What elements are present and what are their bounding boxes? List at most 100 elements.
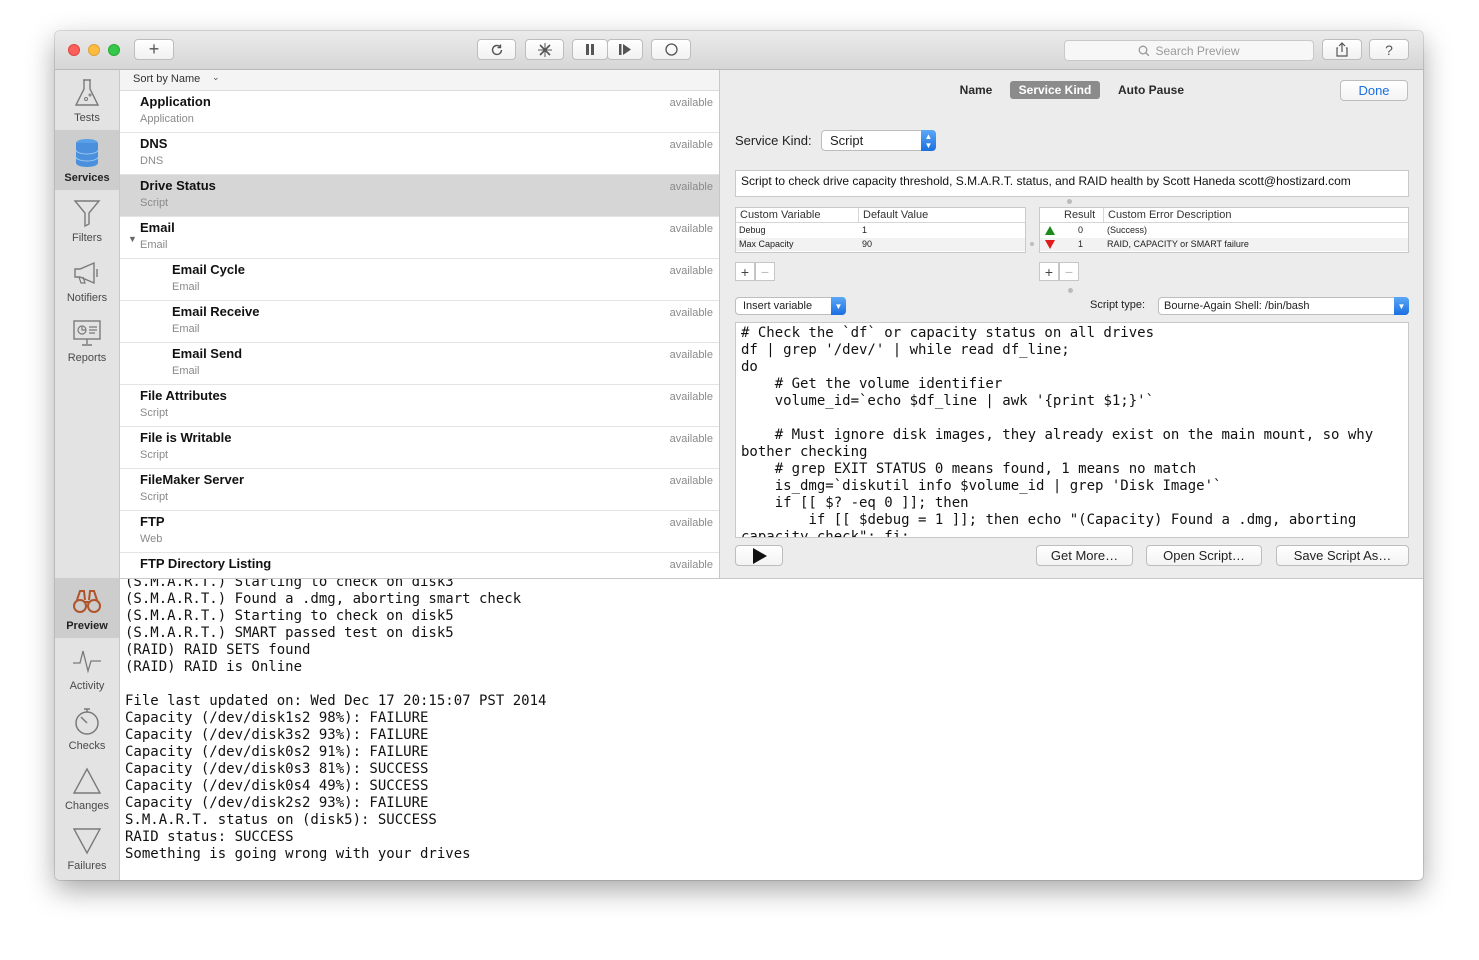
sidebar-item-changes[interactable]: Changes [55, 758, 119, 818]
variable-name[interactable]: Max Capacity [739, 238, 794, 251]
sidebar-item-filters[interactable]: Filters [55, 190, 119, 250]
question-icon: ? [1385, 41, 1393, 58]
item-status: available [669, 139, 713, 151]
close-window-button[interactable] [68, 44, 80, 56]
sidebar-item-activity[interactable]: Activity [55, 638, 119, 698]
list-item[interactable]: File Attributes Script available [120, 385, 719, 427]
remove-error-button[interactable]: − [1059, 262, 1079, 281]
description-text: Script to check drive capacity threshold… [741, 174, 1351, 188]
list-item[interactable]: FTP Directory Listing available [120, 553, 719, 578]
split-handle-icon[interactable] [1068, 288, 1073, 293]
zoom-window-button[interactable] [108, 44, 120, 56]
column-header[interactable]: Custom Error Description [1104, 208, 1408, 223]
sidebar-item-label: Tests [74, 112, 100, 124]
add-error-button[interactable]: + [1039, 262, 1059, 281]
share-button[interactable] [1322, 39, 1362, 60]
list-item[interactable]: Email Send Email available [120, 343, 719, 385]
refresh-button[interactable] [477, 39, 516, 60]
list-item[interactable]: Email Receive Email available [120, 301, 719, 343]
item-name: Application [140, 94, 211, 109]
list-item[interactable]: File is Writable Script available [120, 427, 719, 469]
service-kind-select[interactable]: Script ▲ ▼ [821, 130, 936, 151]
pause-button[interactable] [572, 39, 608, 60]
preview-console[interactable]: (S.M.A.R.T.) Starting to check on disk3 … [120, 578, 1423, 880]
column-header[interactable]: Custom Variable [736, 208, 859, 223]
sort-bar[interactable]: Sort by Name ⌄ [120, 70, 719, 91]
record-button[interactable] [651, 39, 691, 60]
error-description[interactable]: (Success) [1107, 224, 1147, 237]
search-field[interactable]: Search Preview [1064, 40, 1314, 61]
variable-value[interactable]: 1 [862, 224, 867, 237]
disclosure-triangle-icon[interactable]: ▼ [128, 234, 137, 244]
service-kind-label: Service Kind: [735, 133, 812, 148]
item-kind: DNS [140, 155, 164, 167]
sidebar-item-label: Activity [69, 680, 105, 692]
list-item-selected[interactable]: Drive Status Script available [120, 175, 719, 217]
item-status: available [669, 307, 713, 319]
remove-variable-button[interactable]: − [755, 262, 775, 281]
add-variable-button[interactable]: + [735, 262, 755, 281]
sidebar-item-checks[interactable]: Checks [55, 698, 119, 758]
service-kind-value: Script [830, 133, 864, 148]
list-item[interactable]: Application Application available [120, 91, 719, 133]
item-name: File is Writable [140, 430, 232, 445]
error-result[interactable]: 1 [1078, 238, 1083, 251]
split-handle-icon[interactable] [1067, 199, 1072, 204]
failure-triangle-icon [1045, 240, 1055, 249]
list-item[interactable]: Email Cycle Email available [120, 259, 719, 301]
list-item[interactable]: FileMaker Server Script available [120, 469, 719, 511]
error-result[interactable]: 0 [1078, 224, 1083, 237]
tab-name[interactable]: Name [954, 81, 998, 99]
database-icon [75, 139, 99, 167]
list-item[interactable]: DNS DNS available [120, 133, 719, 175]
step-forward-icon [618, 44, 631, 55]
open-script-button[interactable]: Open Script… [1146, 545, 1262, 566]
item-name: FTP Directory Listing [140, 556, 272, 571]
delta-triangle-icon [72, 767, 102, 794]
sidebar-item-notifiers[interactable]: Notifiers [55, 250, 119, 310]
tab-service-kind[interactable]: Service Kind [1010, 81, 1100, 99]
list-item[interactable]: ▼ Email Email available [120, 217, 719, 259]
item-status: available [669, 223, 713, 235]
script-text: # Check the `df` or capacity status on a… [741, 325, 1374, 538]
disable-button[interactable] [525, 39, 564, 60]
sidebar-item-preview[interactable]: Preview [55, 578, 119, 638]
sidebar-item-failures[interactable]: Failures [55, 818, 119, 878]
sidebar-item-services[interactable]: Services [55, 130, 119, 190]
resume-button[interactable] [607, 39, 643, 60]
help-button[interactable]: ? [1369, 39, 1409, 60]
script-editor[interactable]: # Check the `df` or capacity status on a… [735, 322, 1409, 538]
column-header[interactable]: Result [1040, 208, 1104, 223]
insert-variable-select[interactable]: Insert variable ▼ [735, 297, 846, 315]
minimize-window-button[interactable] [88, 44, 100, 56]
add-button[interactable]: + [134, 39, 174, 60]
description-field[interactable]: Script to check drive capacity threshold… [735, 170, 1409, 197]
split-handle-icon[interactable] [1030, 242, 1034, 246]
error-description[interactable]: RAID, CAPACITY or SMART failure [1107, 238, 1249, 251]
variable-value[interactable]: 90 [862, 238, 872, 251]
chevron-down-icon: ▼ [831, 297, 846, 315]
sidebar-item-label: Changes [64, 800, 110, 812]
variable-name[interactable]: Debug [739, 224, 766, 237]
binoculars-icon [73, 590, 101, 613]
list-item[interactable]: FTP Web available [120, 511, 719, 553]
sidebar-item-reports[interactable]: Reports [55, 310, 119, 370]
column-header[interactable]: Default Value [859, 208, 1025, 223]
script-type-select[interactable]: Bourne-Again Shell: /bin/bash ▼ [1158, 297, 1409, 315]
toolbar: + Search Preview ? [55, 31, 1423, 70]
insert-variable-label: Insert variable [743, 300, 813, 312]
script-type-value: Bourne-Again Shell: /bin/bash [1164, 300, 1310, 312]
sidebar-item-label: Failures [67, 860, 107, 872]
done-button[interactable]: Done [1340, 80, 1408, 101]
get-more-button[interactable]: Get More… [1036, 545, 1133, 566]
play-icon [753, 547, 767, 564]
save-script-as-button[interactable]: Save Script As… [1276, 545, 1409, 566]
refresh-icon [491, 44, 502, 55]
run-script-button[interactable] [735, 545, 783, 566]
tab-auto-pause[interactable]: Auto Pause [1112, 81, 1190, 99]
sidebar-item-tests[interactable]: Tests [55, 70, 119, 130]
item-status: available [669, 349, 713, 361]
stopwatch-icon [75, 708, 99, 735]
item-status: available [669, 433, 713, 445]
item-status: available [669, 559, 713, 571]
